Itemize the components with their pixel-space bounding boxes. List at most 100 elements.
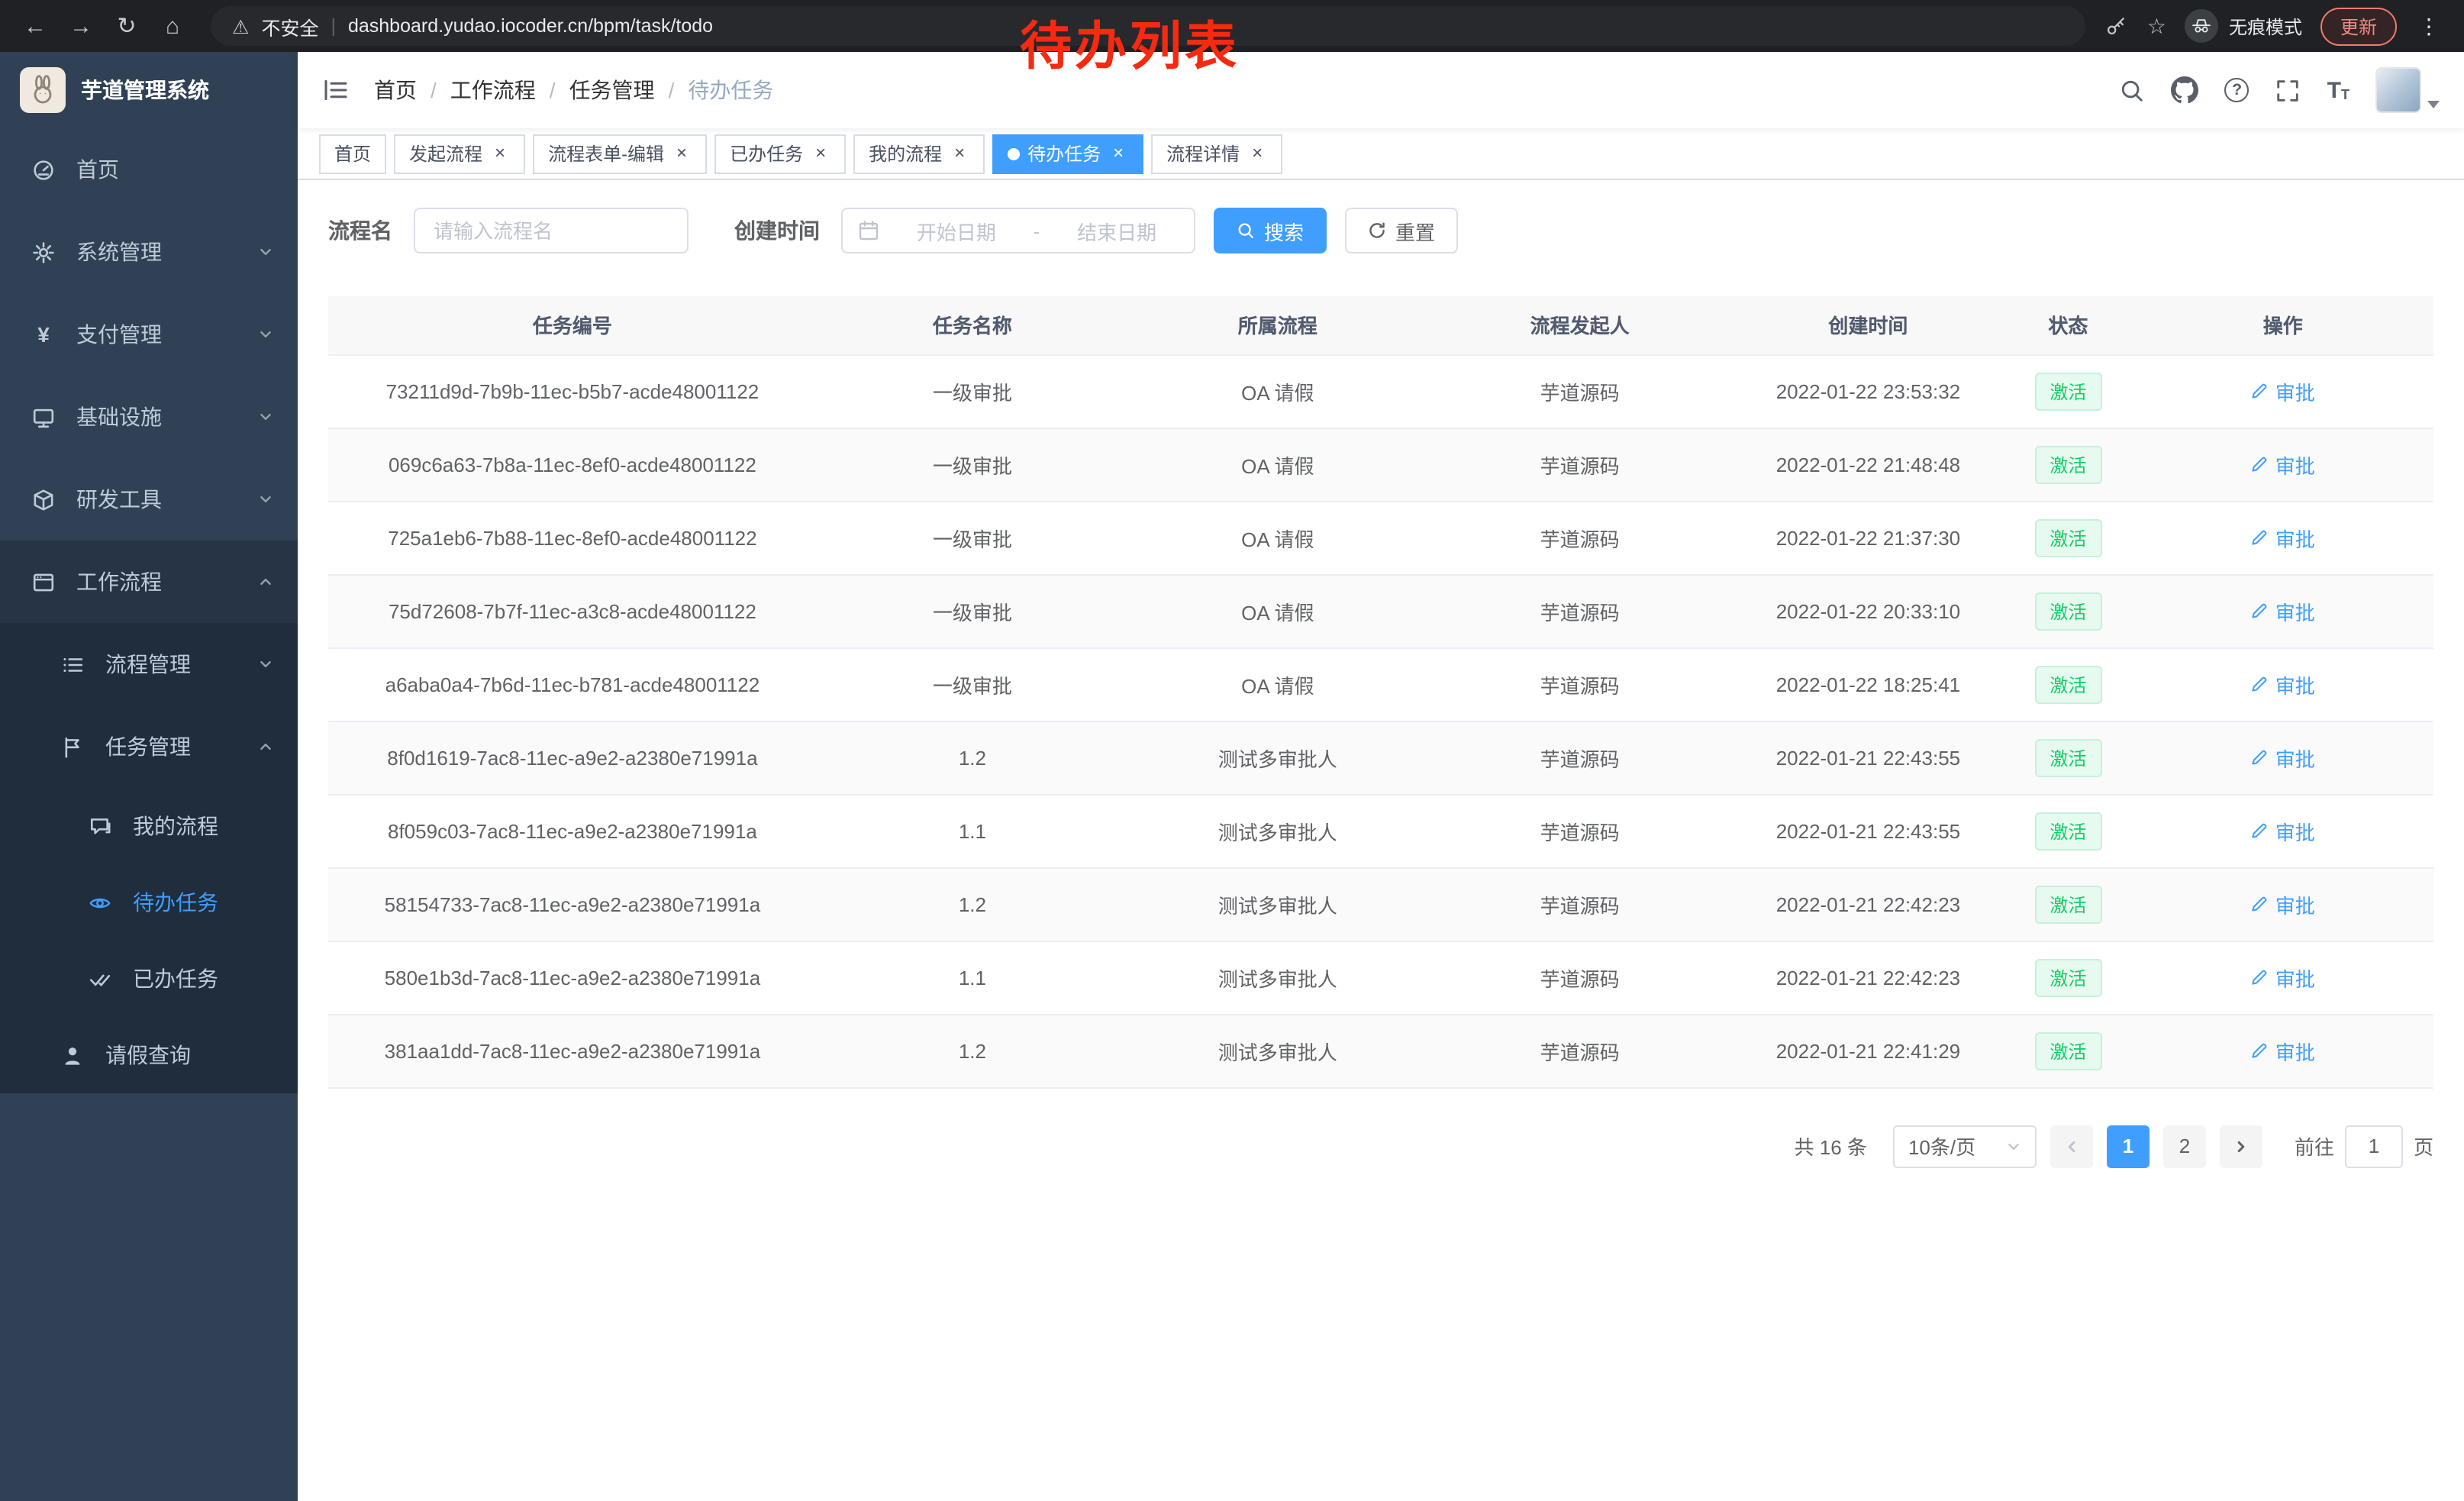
hamburger-icon[interactable] xyxy=(322,76,350,104)
search-button[interactable]: 搜索 xyxy=(1214,208,1327,253)
breadcrumb-item[interactable]: 首页 xyxy=(374,75,417,105)
chevron-up-icon xyxy=(258,574,273,589)
cell-task-name: 1.1 xyxy=(817,794,1128,867)
approve-link[interactable]: 审批 xyxy=(2251,523,2315,552)
approve-link[interactable]: 审批 xyxy=(2251,816,2315,845)
workflow-icon xyxy=(31,570,56,593)
tab-start-process[interactable]: 发起流程 × xyxy=(394,134,525,173)
sidebar-item-process-management[interactable]: 流程管理 xyxy=(0,623,298,705)
page-button-1[interactable]: 1 xyxy=(2107,1125,2150,1167)
close-icon[interactable]: × xyxy=(490,144,510,163)
sidebar-item-system[interactable]: 系统管理 xyxy=(0,211,298,293)
reset-button-label: 重置 xyxy=(1395,216,1435,245)
table-row: 381aa1dd-7ac8-11ec-a9e2-a2380e71991a 1.2… xyxy=(328,1014,2433,1087)
approve-link[interactable]: 审批 xyxy=(2251,376,2315,405)
tab-done-tasks[interactable]: 已办任务 × xyxy=(714,134,846,173)
approve-link[interactable]: 审批 xyxy=(2251,670,2315,699)
date-range-picker[interactable]: 开始日期 - 结束日期 xyxy=(841,208,1195,253)
approve-label: 审批 xyxy=(2275,596,2315,625)
tab-label: 流程表单-编辑 xyxy=(548,140,664,166)
font-size-icon[interactable]: TT xyxy=(2327,79,2350,102)
browser-back-icon[interactable]: ← xyxy=(15,6,55,46)
sidebar-item-label: 研发工具 xyxy=(76,484,162,515)
status-badge: 激活 xyxy=(2034,665,2101,703)
tab-process-detail[interactable]: 流程详情 × xyxy=(1151,134,1282,173)
cell-task-name: 1.2 xyxy=(817,1014,1128,1087)
goto-page-input[interactable] xyxy=(2345,1125,2403,1167)
eye-icon xyxy=(87,891,113,914)
sidebar-item-todo-tasks[interactable]: 待办任务 xyxy=(0,864,298,941)
browser-home-icon[interactable]: ⌂ xyxy=(153,6,192,46)
github-icon[interactable] xyxy=(2172,76,2199,104)
approve-link[interactable]: 审批 xyxy=(2251,743,2315,772)
sidebar-item-dev-tools[interactable]: 研发工具 xyxy=(0,458,298,541)
tab-home[interactable]: 首页 xyxy=(319,134,386,173)
reset-button[interactable]: 重置 xyxy=(1345,208,1458,253)
page-button-2[interactable]: 2 xyxy=(2163,1125,2206,1167)
edit-icon xyxy=(2251,968,2269,986)
tab-process-form-edit[interactable]: 流程表单-编辑 × xyxy=(533,134,707,173)
app-logo[interactable]: 芋道管理系统 xyxy=(0,52,298,128)
close-icon[interactable]: × xyxy=(811,144,830,163)
fullscreen-icon[interactable] xyxy=(2275,77,2301,103)
search-icon[interactable] xyxy=(2120,77,2146,103)
app-main: 芋道管理系统 首页 系统管理 ¥ 支付管 xyxy=(0,52,2464,1501)
sidebar-item-infrastructure[interactable]: 基础设施 xyxy=(0,376,298,458)
cell-starter: 芋道源码 xyxy=(1427,867,1733,941)
prev-page-button[interactable] xyxy=(2050,1125,2093,1167)
list-icon xyxy=(60,653,85,676)
edit-icon xyxy=(2251,528,2269,547)
bookmark-star-icon[interactable]: ☆ xyxy=(2147,13,2166,39)
sidebar-item-my-processes[interactable]: 我的流程 xyxy=(0,788,298,864)
user-menu[interactable] xyxy=(2375,67,2440,113)
tabs-bar: 首页 发起流程 × 流程表单-编辑 × 已办任务 × 我的流程 × xyxy=(298,128,2464,180)
status-badge: 激活 xyxy=(2034,958,2101,996)
cell-task-name: 一级审批 xyxy=(817,574,1128,647)
status-badge: 激活 xyxy=(2034,592,2101,630)
tab-todo-tasks[interactable]: 待办任务 × xyxy=(992,134,1143,173)
chevron-down-icon xyxy=(258,244,273,260)
approve-link[interactable]: 审批 xyxy=(2251,450,2315,479)
breadcrumb-item[interactable]: 工作流程 xyxy=(450,75,536,105)
close-icon[interactable]: × xyxy=(1108,144,1128,163)
browser-forward-icon[interactable]: → xyxy=(61,6,101,46)
key-icon[interactable] xyxy=(2104,14,2129,38)
avatar[interactable] xyxy=(2375,67,2421,113)
table-row: 580e1b3d-7ac8-11ec-a9e2-a2380e71991a 1.1… xyxy=(328,941,2433,1014)
cell-process: 测试多审批人 xyxy=(1128,721,1427,794)
chevron-up-icon xyxy=(258,739,273,754)
cell-created: 2022-01-22 20:33:10 xyxy=(1733,574,2004,647)
sidebar-item-leave-query[interactable]: 请假查询 xyxy=(0,1017,298,1093)
tools-icon xyxy=(31,488,56,511)
sidebar-item-home[interactable]: 首页 xyxy=(0,128,298,211)
page-size-select[interactable]: 10条/页 xyxy=(1893,1125,2037,1167)
browser-update-button[interactable]: 更新 xyxy=(2320,7,2397,45)
approve-link[interactable]: 审批 xyxy=(2251,596,2315,625)
edit-icon xyxy=(2251,1041,2269,1060)
tab-my-processes[interactable]: 我的流程 × xyxy=(853,134,985,173)
sidebar-item-label: 首页 xyxy=(76,154,119,185)
content: 流程名 创建时间 开始日期 - 结束日期 搜索 xyxy=(298,180,2464,1501)
approve-link[interactable]: 审批 xyxy=(2251,889,2315,918)
sidebar-item-label: 流程管理 xyxy=(105,649,191,679)
sidebar-item-payment[interactable]: ¥ 支付管理 xyxy=(0,293,298,376)
next-page-button[interactable] xyxy=(2220,1125,2262,1167)
tab-label: 已办任务 xyxy=(730,140,803,166)
sidebar-item-workflow[interactable]: 工作流程 xyxy=(0,541,298,623)
table-row: 8f059c03-7ac8-11ec-a9e2-a2380e71991a 1.1… xyxy=(328,794,2433,867)
breadcrumb-item[interactable]: 任务管理 xyxy=(569,75,655,105)
approve-link[interactable]: 审批 xyxy=(2251,963,2315,992)
process-name-input[interactable] xyxy=(414,208,689,253)
sidebar-item-done-tasks[interactable]: 已办任务 xyxy=(0,941,298,1017)
chevron-down-icon xyxy=(258,327,273,342)
cell-process: OA 请假 xyxy=(1128,574,1427,647)
approve-label: 审批 xyxy=(2275,523,2315,552)
close-icon[interactable]: × xyxy=(1247,144,1267,163)
close-icon[interactable]: × xyxy=(672,144,692,163)
approve-link[interactable]: 审批 xyxy=(2251,1036,2315,1065)
sidebar-item-task-management[interactable]: 任务管理 xyxy=(0,705,298,788)
help-icon[interactable]: ? xyxy=(2225,78,2250,102)
browser-menu-icon[interactable]: ⋮ xyxy=(2415,13,2443,39)
browser-reload-icon[interactable]: ↻ xyxy=(107,6,147,46)
close-icon[interactable]: × xyxy=(950,144,969,163)
